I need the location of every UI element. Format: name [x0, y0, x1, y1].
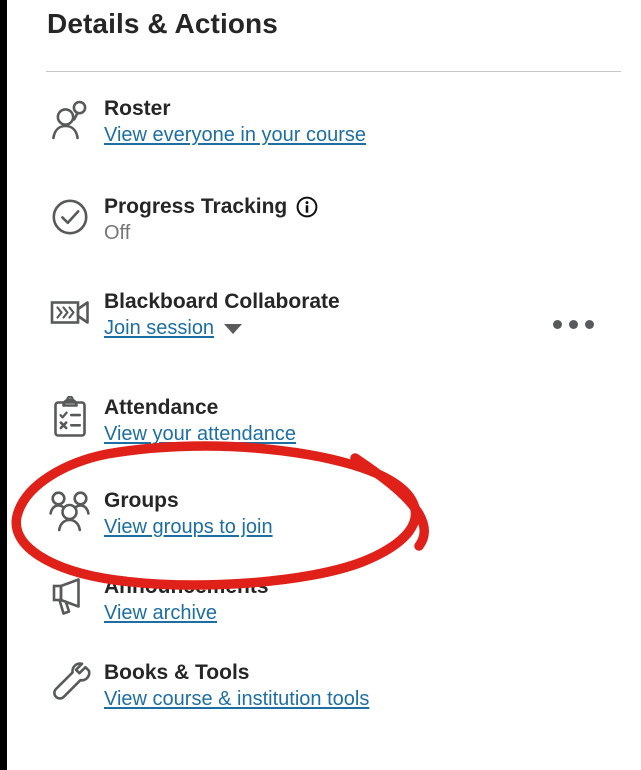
attendance-title: Attendance [104, 396, 219, 419]
progress-tracking-title: Progress Tracking [104, 195, 288, 218]
dot [569, 320, 578, 329]
dot [553, 320, 562, 329]
clipboard-check-icon [48, 395, 92, 441]
roster-texts: Roster View everyone in your course [104, 96, 366, 149]
progress-tracking-status: Off [104, 222, 131, 244]
roster-title-row: Roster [104, 96, 366, 122]
books-and-tools-texts: Books & Tools View course & institution … [104, 660, 369, 713]
books-and-tools-title: Books & Tools [104, 661, 250, 684]
page-title: Details & Actions [47, 8, 278, 39]
progress-tracking-status-row: Off [104, 220, 318, 247]
blackboard-collaborate-texts: Blackboard Collaborate Join session [104, 289, 340, 342]
left-edge-rail [0, 0, 7, 770]
attendance-link-row: View your attendance [104, 421, 296, 448]
wrench-icon [48, 660, 92, 706]
blackboard-collaborate-title: Blackboard Collaborate [104, 290, 340, 313]
two-people-icon [48, 96, 92, 142]
progress-tracking-title-row: Progress Tracking [104, 194, 318, 220]
info-circle-icon[interactable] [296, 196, 318, 218]
announcements-link-row: View archive [104, 600, 269, 627]
header-divider [46, 71, 621, 72]
groups-title-row: Groups [104, 488, 273, 514]
panel-content: Details & Actions Roster View everyone i… [7, 0, 641, 770]
join-session-link[interactable]: Join session [104, 315, 214, 342]
check-circle-icon [48, 194, 92, 240]
three-people-icon [48, 488, 92, 534]
groups-link-row: View groups to join [104, 514, 273, 541]
announcements-link[interactable]: View archive [104, 600, 217, 627]
books-and-tools-link[interactable]: View course & institution tools [104, 686, 369, 713]
blackboard-collaborate-link-row: Join session [104, 315, 340, 342]
roster-title: Roster [104, 97, 171, 120]
roster-link[interactable]: View everyone in your course [104, 122, 366, 149]
details-and-actions-panel: Details & Actions Roster View everyone i… [0, 0, 641, 770]
groups-link[interactable]: View groups to join [104, 514, 273, 541]
progress-tracking-texts: Progress Tracking Off [104, 194, 318, 247]
video-camera-icon [48, 289, 92, 335]
groups-title: Groups [104, 489, 179, 512]
roster-link-row: View everyone in your course [104, 122, 366, 149]
more-options-icon[interactable] [553, 320, 594, 329]
megaphone-icon [48, 574, 92, 620]
groups-texts: Groups View groups to join [104, 488, 273, 541]
dot [585, 320, 594, 329]
announcements-title-row: Announcements [104, 574, 269, 600]
attendance-link[interactable]: View your attendance [104, 421, 296, 448]
attendance-title-row: Attendance [104, 395, 296, 421]
books-and-tools-link-row: View course & institution tools [104, 686, 369, 713]
announcements-title: Announcements [104, 575, 269, 598]
attendance-texts: Attendance View your attendance [104, 395, 296, 448]
books-and-tools-title-row: Books & Tools [104, 660, 369, 686]
blackboard-collaborate-title-row: Blackboard Collaborate [104, 289, 340, 315]
announcements-texts: Announcements View archive [104, 574, 269, 627]
chevron-down-icon[interactable] [224, 323, 243, 334]
